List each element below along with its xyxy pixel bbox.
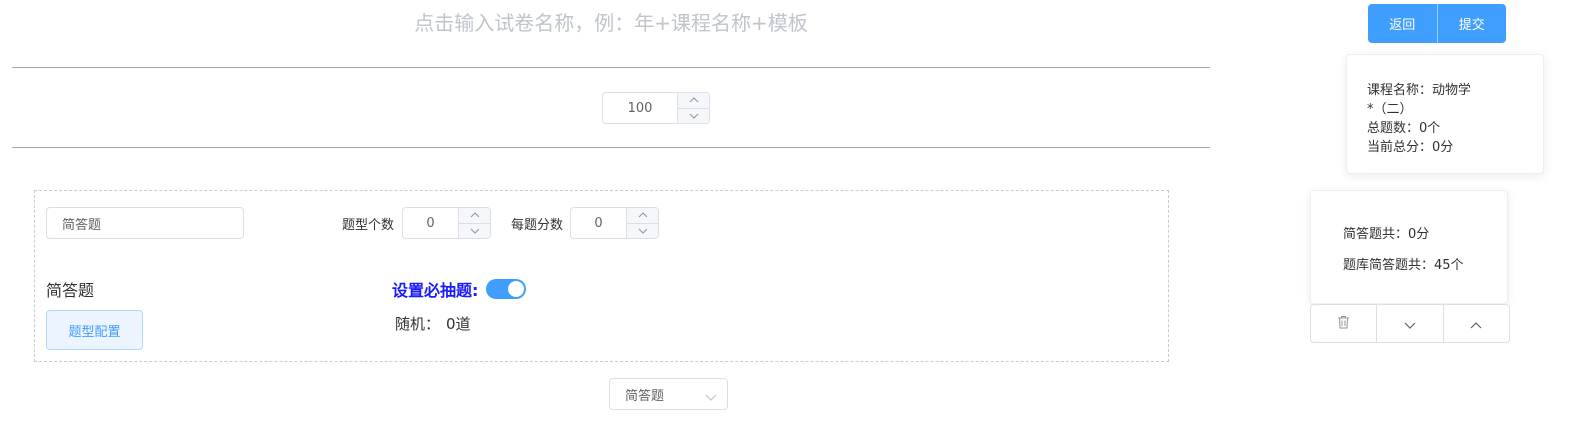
section-toolbar bbox=[1310, 304, 1510, 343]
bank-total-count: 题库简答题共：45个 bbox=[1343, 258, 1464, 273]
total-score-value[interactable]: 100 bbox=[603, 93, 677, 123]
back-button[interactable]: 返回 bbox=[1368, 4, 1437, 43]
delete-button[interactable] bbox=[1311, 305, 1376, 342]
type-config-button[interactable]: 题型配置 bbox=[46, 310, 143, 350]
score-stepper[interactable]: 0 bbox=[570, 207, 659, 239]
divider-top bbox=[12, 67, 1210, 68]
trash-icon bbox=[1337, 314, 1350, 333]
divider-bottom bbox=[12, 147, 1210, 148]
paper-info-card: 课程名称：动物学 *（二） 总题数：0个 当前总分：0分 bbox=[1346, 54, 1544, 174]
chevron-up-icon bbox=[1470, 314, 1482, 333]
type-stat-card: 简答题共：0分 题库简答题共：45个 bbox=[1310, 190, 1508, 304]
count-stepper[interactable]: 0 bbox=[402, 207, 491, 239]
increase-icon[interactable] bbox=[459, 208, 490, 223]
paper-title-input[interactable] bbox=[12, 2, 1210, 44]
score-value[interactable]: 0 bbox=[571, 208, 626, 238]
current-total-score: 当前总分：0分 bbox=[1367, 140, 1454, 155]
score-label: 每题分数 bbox=[511, 218, 564, 233]
total-score-stepper[interactable]: 100 bbox=[602, 92, 710, 124]
section-heading: 简答题 bbox=[46, 281, 95, 300]
add-type-selected: 简答题 bbox=[625, 388, 665, 404]
total-questions: 总题数：0个 bbox=[1367, 121, 1441, 136]
required-label: 设置必抽题: bbox=[392, 281, 479, 300]
count-value[interactable]: 0 bbox=[403, 208, 458, 238]
course-name-cont: *（二） bbox=[1367, 102, 1413, 117]
add-type-select[interactable]: 简答题 bbox=[609, 378, 728, 410]
move-down-button[interactable] bbox=[1376, 305, 1442, 342]
chevron-down-icon bbox=[1404, 314, 1416, 333]
increase-icon[interactable] bbox=[678, 93, 709, 108]
move-up-button[interactable] bbox=[1442, 305, 1509, 342]
decrease-icon[interactable] bbox=[627, 222, 658, 238]
increase-icon[interactable] bbox=[627, 208, 658, 223]
action-button-group: 返回 提交 bbox=[1368, 4, 1506, 43]
decrease-icon[interactable] bbox=[678, 107, 709, 123]
decrease-icon[interactable] bbox=[459, 222, 490, 238]
course-name: 课程名称：动物学 bbox=[1367, 83, 1472, 98]
type-total-score: 简答题共：0分 bbox=[1343, 227, 1430, 242]
type-name-input[interactable]: 简答题 bbox=[46, 207, 244, 239]
chevron-down-icon bbox=[705, 390, 717, 405]
count-label: 题型个数 bbox=[342, 218, 395, 233]
random-label: 随机： bbox=[395, 315, 441, 333]
submit-button[interactable]: 提交 bbox=[1436, 4, 1506, 43]
required-toggle[interactable] bbox=[486, 279, 526, 299]
random-value: 0道 bbox=[446, 315, 471, 333]
